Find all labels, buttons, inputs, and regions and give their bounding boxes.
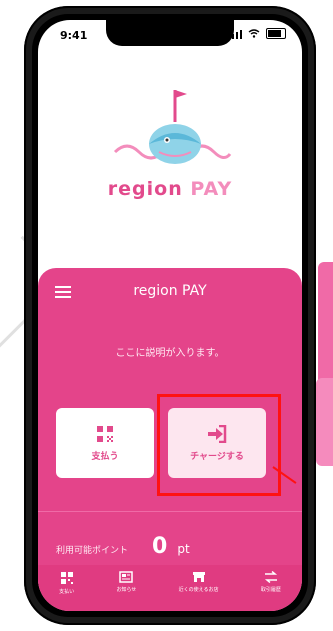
brand-wordmark-region: region	[107, 178, 183, 200]
status-icons	[228, 28, 286, 39]
qr-code-icon	[60, 572, 73, 584]
points-unit: pt	[177, 542, 190, 556]
nav-label-news: お知らせ	[116, 587, 137, 593]
nav-item-news[interactable]: お知らせ	[116, 571, 136, 593]
wallet-panel: region PAY ここに説明が入ります。 支払う チャージする 利用可能ポイ…	[38, 268, 302, 611]
store-icon	[192, 572, 205, 582]
nav-item-pay[interactable]: 支払い	[59, 571, 74, 595]
points-row: 利用可能ポイント 0 pt	[56, 534, 284, 559]
app-screen: 9:41 region PAY region PAY ここに説明が入ります。 支…	[38, 20, 302, 611]
wifi-icon	[248, 29, 260, 38]
status-time: 9:41	[60, 29, 88, 42]
brand-wordmark: region PAY	[108, 178, 232, 200]
background-pink-card-edge	[316, 378, 333, 466]
phone-bezel: 9:41 region PAY region PAY ここに説明が入ります。 支…	[32, 14, 308, 617]
panel-description: ここに説明が入ります。	[115, 348, 225, 359]
nav-item-stores[interactable]: 近くの使えるお店	[179, 571, 219, 593]
panel-title: region PAY	[133, 283, 207, 299]
status-bar: 9:41	[38, 20, 302, 50]
nav-label-pay: 支払い	[59, 589, 75, 595]
points-value: 0	[152, 534, 168, 559]
bottom-nav: 支払い お知らせ 近くの使えるお店 取引履歴	[38, 565, 302, 611]
points-label: 利用可能ポイント	[56, 546, 129, 556]
phone-frame: 9:41 region PAY region PAY ここに説明が入ります。 支…	[24, 6, 316, 625]
nav-label-stores: 近くの使えるお店	[178, 587, 219, 593]
pay-button[interactable]: 支払う	[56, 408, 154, 478]
brand-wordmark-pay: PAY	[190, 178, 233, 200]
pay-button-label: 支払う	[91, 451, 119, 462]
nav-label-history: 取引履歴	[260, 587, 281, 593]
signal-icon	[228, 29, 242, 39]
swap-arrows-icon	[264, 571, 277, 583]
battery-icon	[266, 28, 286, 39]
qr-code-icon	[97, 425, 113, 442]
highlight-box	[157, 394, 281, 496]
logo-area: region PAY	[38, 80, 302, 230]
divider	[38, 511, 302, 512]
newspaper-icon	[119, 571, 134, 583]
whale-logo-icon	[113, 90, 232, 164]
nav-item-history[interactable]: 取引履歴	[261, 571, 281, 593]
